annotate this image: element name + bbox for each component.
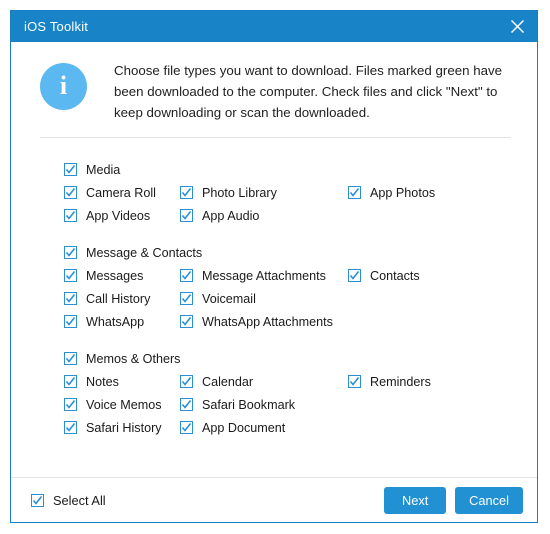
info-banner: i Choose file types you want to download… xyxy=(11,42,537,123)
group-header-row[interactable]: Memos & Others xyxy=(64,347,537,370)
file-type-checkbox[interactable]: Safari History xyxy=(11,421,180,435)
file-type-checkbox[interactable]: Messages xyxy=(11,269,180,283)
checkbox-box[interactable] xyxy=(64,209,77,222)
checkbox-box[interactable] xyxy=(64,398,77,411)
select-all-checkbox[interactable]: Select All xyxy=(31,493,106,508)
group-header-label[interactable]: Message & Contacts xyxy=(86,246,202,260)
group-header-checkbox[interactable]: Media xyxy=(64,163,120,177)
file-type-label[interactable]: App Videos xyxy=(86,209,150,223)
file-type-groups: Media Camera Roll Photo Library App Photos A… xyxy=(11,138,537,439)
file-type-label[interactable]: Notes xyxy=(86,375,119,389)
file-type-row: Notes Calendar Reminders xyxy=(11,370,537,393)
file-type-checkbox[interactable]: Message Attachments xyxy=(180,269,348,283)
file-type-checkbox[interactable]: Calendar xyxy=(180,375,348,389)
banner-text: Choose file types you want to download. … xyxy=(114,63,503,120)
file-type-checkbox[interactable]: WhatsApp xyxy=(11,315,180,329)
file-type-label[interactable]: App Audio xyxy=(202,209,259,223)
info-icon: i xyxy=(40,63,87,110)
file-type-checkbox[interactable]: Photo Library xyxy=(180,186,348,200)
file-type-checkbox[interactable]: WhatsApp Attachments xyxy=(180,315,348,329)
file-type-row: Messages Message Attachments Contacts xyxy=(11,264,537,287)
checkbox-box[interactable] xyxy=(64,375,77,388)
dialog-body: i Choose file types you want to download… xyxy=(11,42,537,522)
checkbox-box[interactable] xyxy=(64,269,77,282)
file-type-label[interactable]: Camera Roll xyxy=(86,186,156,200)
file-type-group: Media Camera Roll Photo Library App Photos A… xyxy=(11,158,537,227)
checkbox-box[interactable] xyxy=(31,493,44,507)
close-icon[interactable] xyxy=(497,11,537,42)
file-type-row: App Videos App Audio xyxy=(11,204,537,227)
next-button[interactable]: Next xyxy=(384,486,447,514)
footer-bar: Select All Next Cancel xyxy=(11,478,537,522)
file-type-checkbox[interactable]: Notes xyxy=(11,375,180,389)
file-type-label[interactable]: Photo Library xyxy=(202,186,277,200)
file-type-label[interactable]: WhatsApp Attachments xyxy=(202,315,333,329)
checkbox-box[interactable] xyxy=(180,375,193,388)
file-type-label[interactable]: Voicemail xyxy=(202,292,256,306)
checkbox-box[interactable] xyxy=(348,186,361,199)
checkbox-box[interactable] xyxy=(348,375,361,388)
group-header-row[interactable]: Media xyxy=(64,158,537,181)
checkbox-box[interactable] xyxy=(64,292,77,305)
file-type-label[interactable]: Message Attachments xyxy=(202,269,326,283)
cancel-button[interactable]: Cancel xyxy=(455,486,523,514)
file-type-label[interactable]: App Photos xyxy=(370,186,435,200)
file-type-checkbox[interactable]: App Audio xyxy=(180,209,348,223)
checkbox-box[interactable] xyxy=(64,163,77,176)
group-header-row[interactable]: Message & Contacts xyxy=(64,241,537,264)
file-type-group: Memos & Others Notes Calendar Reminders Voic… xyxy=(11,347,537,439)
file-type-checkbox[interactable]: Reminders xyxy=(348,375,478,389)
file-type-checkbox[interactable]: App Photos xyxy=(348,186,478,200)
file-type-row: WhatsApp WhatsApp Attachments xyxy=(11,310,537,333)
checkbox-box[interactable] xyxy=(64,246,77,259)
file-type-label[interactable]: Safari Bookmark xyxy=(202,398,295,412)
checkbox-box[interactable] xyxy=(64,352,77,365)
group-header-label[interactable]: Memos & Others xyxy=(86,352,180,366)
checkbox-box[interactable] xyxy=(180,398,193,411)
file-type-label[interactable]: Voice Memos xyxy=(86,398,162,412)
file-type-label[interactable]: Call History xyxy=(86,292,150,306)
checkbox-box[interactable] xyxy=(348,269,361,282)
file-type-label[interactable]: Contacts xyxy=(370,269,420,283)
file-type-label[interactable]: Reminders xyxy=(370,375,431,389)
checkbox-box[interactable] xyxy=(180,186,193,199)
file-type-label[interactable]: WhatsApp xyxy=(86,315,144,329)
checkbox-box[interactable] xyxy=(180,421,193,434)
file-type-label[interactable]: Safari History xyxy=(86,421,162,435)
group-header-checkbox[interactable]: Message & Contacts xyxy=(64,246,202,260)
info-icon-glyph: i xyxy=(59,70,68,100)
file-type-checkbox[interactable]: App Document xyxy=(180,421,348,435)
file-type-checkbox[interactable]: App Videos xyxy=(11,209,180,223)
file-type-checkbox[interactable]: Contacts xyxy=(348,269,478,283)
file-type-checkbox[interactable]: Camera Roll xyxy=(11,186,180,200)
file-type-label[interactable]: App Document xyxy=(202,421,285,435)
group-header-checkbox[interactable]: Memos & Others xyxy=(64,352,180,366)
file-type-row: Voice Memos Safari Bookmark xyxy=(11,393,537,416)
checkbox-box[interactable] xyxy=(180,269,193,282)
file-type-checkbox[interactable]: Safari Bookmark xyxy=(180,398,348,412)
select-all-label[interactable]: Select All xyxy=(53,493,106,508)
title-bar: iOS Toolkit xyxy=(11,11,537,42)
checkbox-box[interactable] xyxy=(64,186,77,199)
file-type-row: Camera Roll Photo Library App Photos xyxy=(11,181,537,204)
group-header-label[interactable]: Media xyxy=(86,163,120,177)
window-title: iOS Toolkit xyxy=(24,19,89,34)
checkbox-box[interactable] xyxy=(180,315,193,328)
file-type-checkbox[interactable]: Call History xyxy=(11,292,180,306)
file-type-row: Call History Voicemail xyxy=(11,287,537,310)
checkbox-box[interactable] xyxy=(64,421,77,434)
checkbox-box[interactable] xyxy=(180,209,193,222)
file-type-checkbox[interactable]: Voicemail xyxy=(180,292,348,306)
file-type-checkbox[interactable]: Voice Memos xyxy=(11,398,180,412)
file-type-row: Safari History App Document xyxy=(11,416,537,439)
file-type-group: Message & Contacts Messages Message Attach… xyxy=(11,241,537,333)
checkbox-box[interactable] xyxy=(180,292,193,305)
dialog-window: iOS Toolkit i Choose file types you want… xyxy=(10,10,538,523)
checkbox-box[interactable] xyxy=(64,315,77,328)
file-type-label[interactable]: Messages xyxy=(86,269,143,283)
file-type-label[interactable]: Calendar xyxy=(202,375,253,389)
